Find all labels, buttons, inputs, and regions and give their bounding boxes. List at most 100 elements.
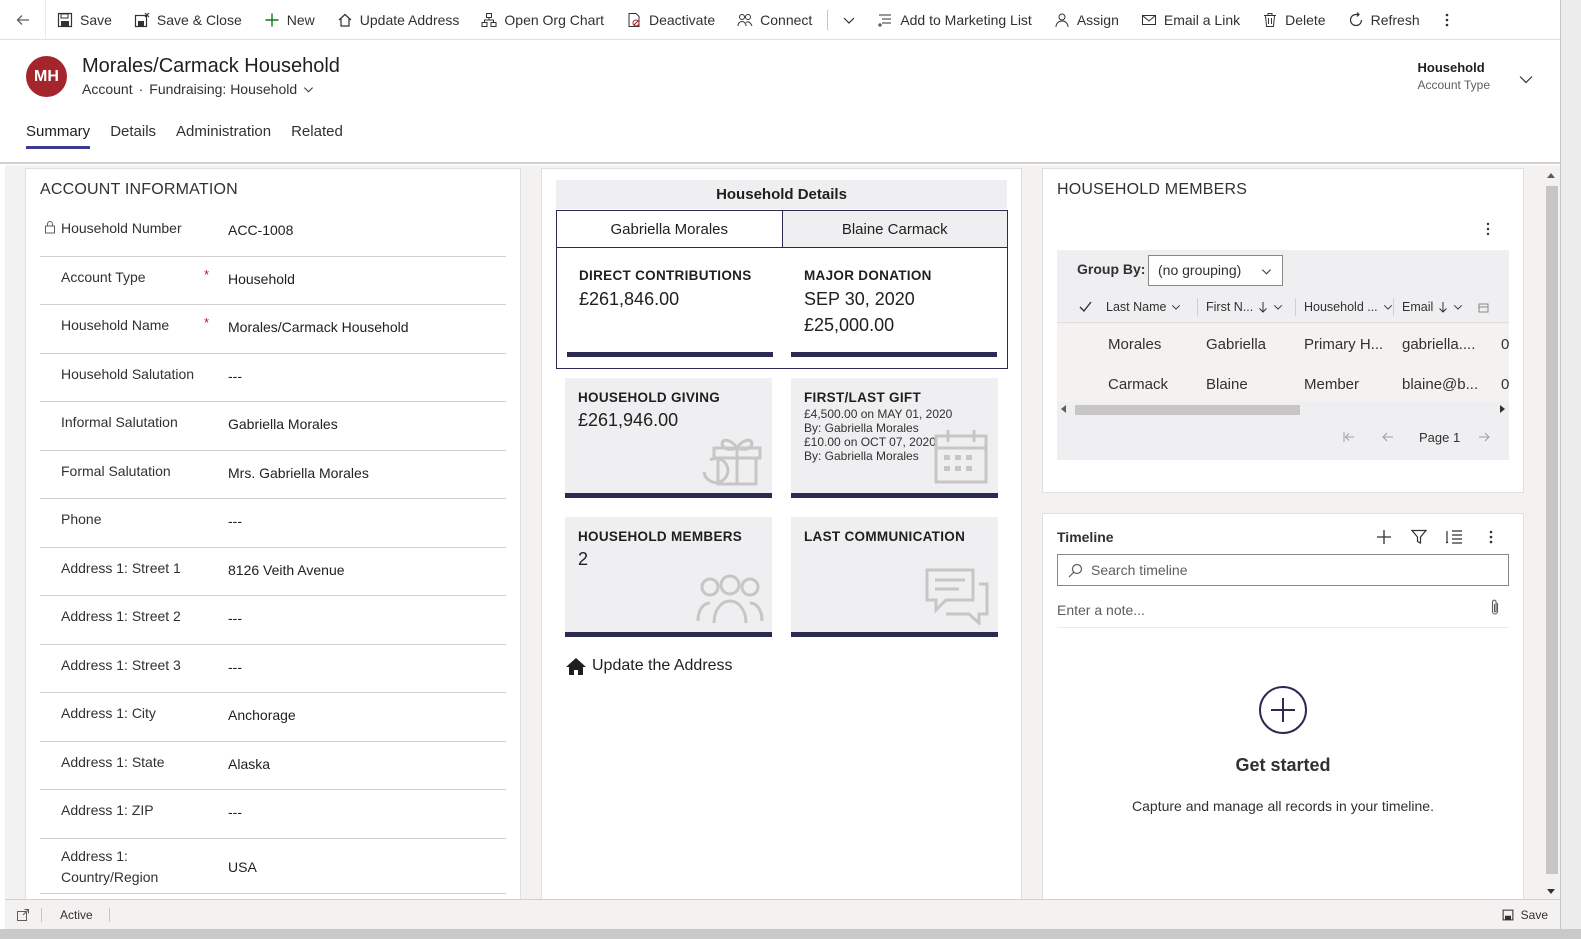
tab-administration[interactable]: Administration	[176, 123, 271, 149]
grid-more-button[interactable]	[1486, 222, 1490, 236]
column-header-email[interactable]: Email	[1394, 298, 1468, 316]
stat-bar	[565, 632, 772, 637]
column-header-household[interactable]: Household ...	[1296, 298, 1394, 316]
home-icon	[338, 13, 352, 27]
grid-header-row: Last Name First N... Household ... Email	[1057, 292, 1509, 323]
field-value[interactable]: Anchorage	[228, 707, 296, 723]
stat-bar	[567, 352, 773, 357]
column-header-last-name[interactable]: Last Name	[1098, 298, 1198, 316]
update-address-button[interactable]: Update Address	[326, 0, 471, 40]
delete-button[interactable]: Delete	[1251, 0, 1336, 40]
timeline-sort-button[interactable]	[1446, 529, 1463, 545]
previous-page-icon[interactable]	[1382, 431, 1394, 443]
next-page-icon[interactable]	[1478, 431, 1490, 443]
household-members-section: HOUSEHOLD MEMBERS Group By: (no grouping…	[1042, 168, 1524, 493]
column-label: Household ...	[1304, 300, 1378, 314]
group-by-select[interactable]: (no grouping)	[1148, 255, 1283, 286]
timeline-add-button[interactable]	[1376, 529, 1392, 545]
cell-email[interactable]: gabriella....	[1402, 336, 1475, 353]
open-in-new-window-button[interactable]	[5, 908, 41, 921]
timeline-title: Timeline	[1057, 529, 1114, 545]
chevron-down-icon	[1172, 305, 1181, 310]
command-bar: Save Save & Close New Update Address Ope…	[0, 0, 1560, 40]
people-icon	[696, 574, 764, 624]
stat-bar	[565, 493, 772, 498]
member-tab-blaine[interactable]: Blaine Carmack	[782, 210, 1008, 248]
field-city: Address 1: City Anchorage	[40, 693, 506, 742]
field-value[interactable]: Alaska	[228, 756, 270, 772]
scrollbar-thumb[interactable]	[1546, 186, 1558, 874]
timeline-search-input[interactable]: Search timeline	[1057, 554, 1509, 586]
update-address-text: Update the Address	[592, 657, 733, 674]
first-page-icon[interactable]	[1343, 431, 1355, 443]
home-icon	[566, 658, 586, 675]
timeline-more-button[interactable]	[1489, 529, 1493, 545]
update-address-label: Update Address	[359, 11, 460, 28]
update-address-link[interactable]: Update the Address	[566, 657, 733, 675]
open-org-chart-button[interactable]: Open Org Chart	[470, 0, 615, 40]
select-all-checkbox[interactable]	[1057, 301, 1098, 313]
tab-related[interactable]: Related	[291, 123, 343, 149]
assign-button[interactable]: Assign	[1043, 0, 1130, 40]
field-value[interactable]: 8126 Veith Avenue	[228, 562, 345, 578]
chevron-down-icon	[304, 86, 314, 93]
refresh-label: Refresh	[1370, 11, 1420, 28]
field-value[interactable]: ---	[228, 610, 242, 626]
field-value[interactable]: Household	[228, 271, 295, 287]
scrollbar-thumb[interactable]	[1075, 405, 1300, 415]
cell-first-name: Blaine	[1206, 375, 1248, 393]
cell-last-name[interactable]: Carmack	[1108, 376, 1168, 393]
table-row[interactable]: Carmack Blaine Member blaine@b... 0	[1057, 364, 1509, 404]
column-options-button[interactable]	[1478, 302, 1489, 313]
chevron-down-icon	[1262, 269, 1271, 275]
column-header-first-name[interactable]: First N...	[1198, 298, 1296, 316]
member-tab-gabriella[interactable]: Gabriella Morales	[556, 210, 783, 248]
save-button[interactable]: Save	[46, 0, 123, 40]
tab-summary[interactable]: Summary	[26, 123, 91, 149]
field-label: Address 1: City	[61, 705, 156, 721]
get-started-button[interactable]	[1258, 685, 1308, 735]
field-value[interactable]: Gabriella Morales	[228, 416, 338, 432]
horizontal-scrollbar[interactable]	[1057, 402, 1509, 416]
note-input[interactable]: Enter a note...	[1057, 602, 1145, 618]
footer-save-button[interactable]: Save	[1502, 908, 1548, 922]
connect-dropdown-button[interactable]	[832, 0, 866, 40]
field-value[interactable]: USA	[228, 859, 257, 875]
trash-icon	[1264, 12, 1277, 27]
table-row[interactable]: Morales Gabriella Primary H... gabriella…	[1057, 324, 1509, 364]
last-communication-label: LAST COMMUNICATION	[804, 529, 966, 544]
major-donation-date: SEP 30, 2020	[804, 289, 915, 309]
cell-last-name[interactable]: Morales	[1108, 336, 1161, 353]
cell-email[interactable]: blaine@b...	[1402, 376, 1478, 393]
field-state: Address 1: State Alaska	[40, 742, 506, 790]
save-close-button[interactable]: Save & Close	[123, 0, 253, 40]
sort-down-icon	[1439, 302, 1448, 313]
cell-household-role: Member	[1304, 375, 1360, 393]
field-label: Informal Salutation	[61, 414, 178, 430]
household-details-title: Household Details	[556, 180, 1007, 209]
field-value[interactable]: ---	[228, 513, 242, 529]
field-value[interactable]: ACC-1008	[228, 222, 293, 238]
footer-save-label: Save	[1520, 907, 1548, 922]
new-button[interactable]: New	[253, 0, 326, 40]
field-label: Household Number	[61, 220, 182, 236]
form-selector[interactable]: Fundraising: Household	[149, 81, 314, 97]
header-expand-button[interactable]	[1518, 71, 1534, 87]
refresh-button[interactable]: Refresh	[1337, 0, 1431, 40]
field-value[interactable]: ---	[228, 659, 242, 675]
get-started-title: Get started	[1235, 755, 1331, 775]
deactivate-button[interactable]: Deactivate	[615, 0, 726, 40]
field-value[interactable]: ---	[228, 368, 242, 384]
field-value[interactable]: ---	[228, 804, 242, 820]
field-value[interactable]: Mrs. Gabriella Morales	[228, 465, 369, 481]
timeline-filter-button[interactable]	[1411, 529, 1427, 545]
email-a-link-button[interactable]: Email a Link	[1130, 0, 1251, 40]
connect-button[interactable]: Connect	[726, 0, 823, 40]
field-value[interactable]: Morales/Carmack Household	[228, 319, 409, 335]
add-to-marketing-list-button[interactable]: Add to Marketing List	[866, 0, 1043, 40]
more-commands-button[interactable]	[1431, 0, 1463, 40]
page-scrollbar[interactable]	[1543, 168, 1560, 899]
back-button[interactable]	[0, 0, 46, 40]
attach-button[interactable]	[1490, 599, 1500, 616]
tab-details[interactable]: Details	[110, 123, 156, 149]
